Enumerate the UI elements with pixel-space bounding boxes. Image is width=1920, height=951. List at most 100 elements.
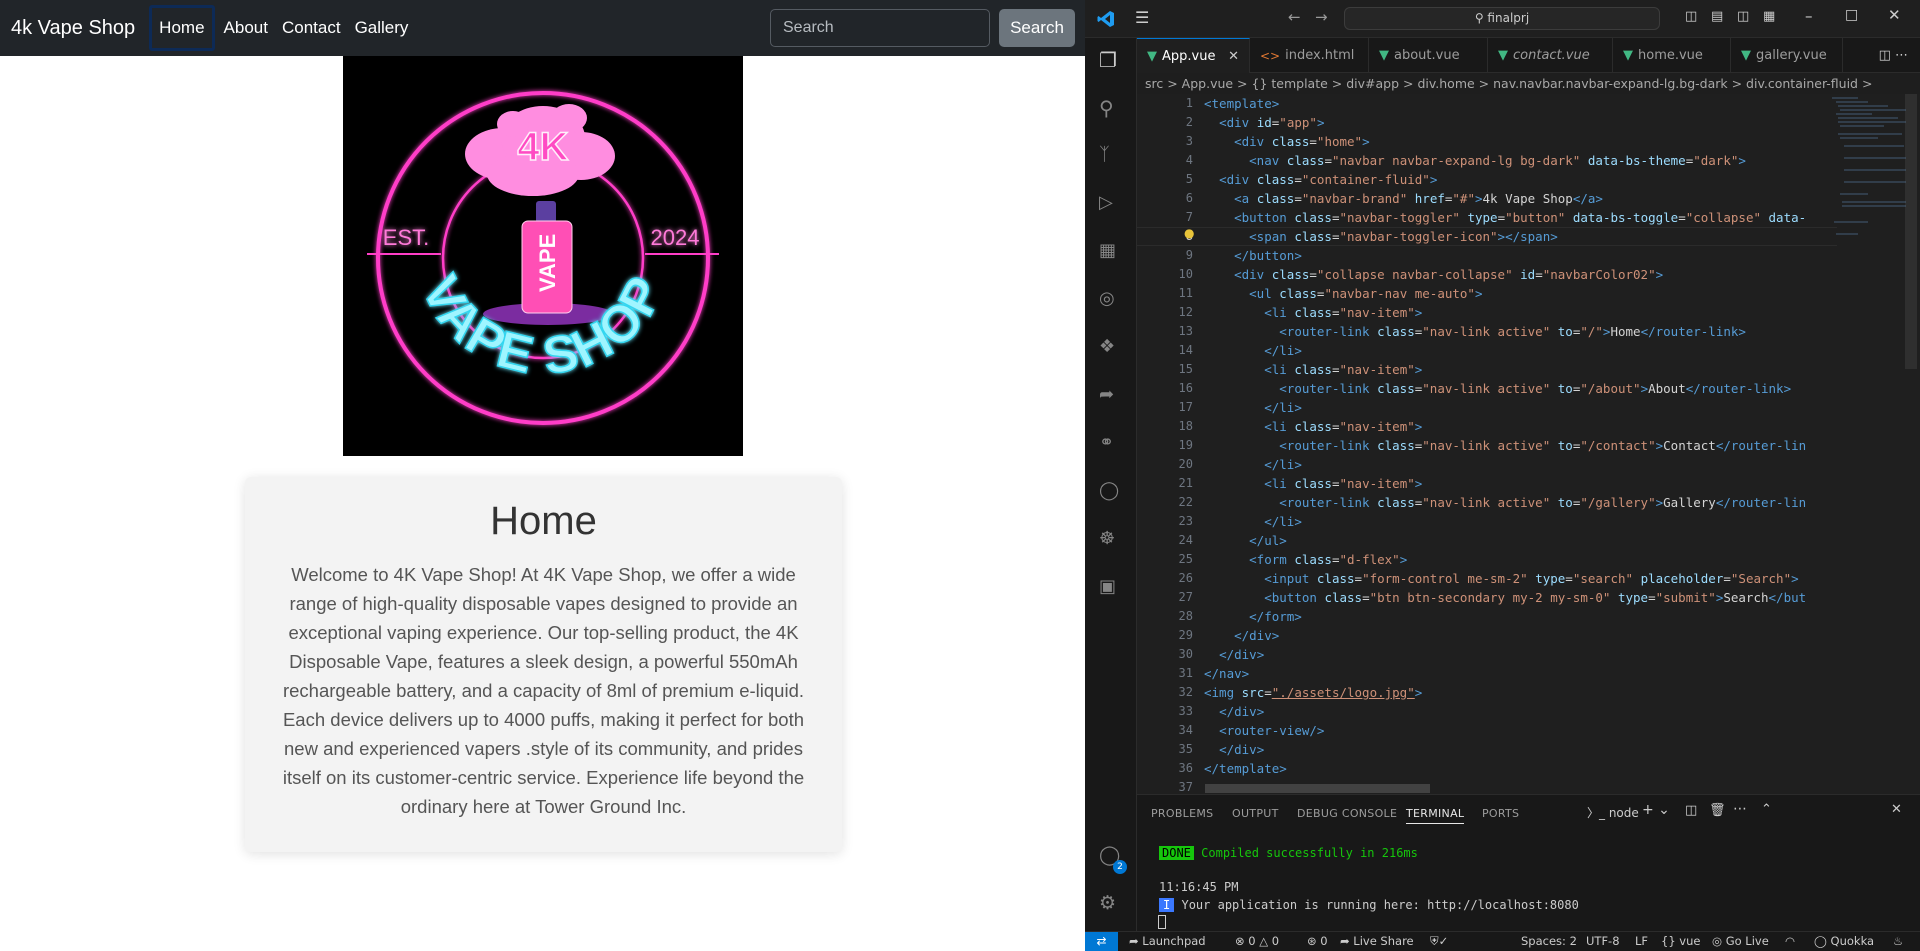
- github-icon[interactable]: ◯: [1099, 480, 1123, 504]
- logo-4k-text: 4K: [517, 125, 568, 169]
- warning-icon: △: [1259, 934, 1272, 948]
- maximize-panel-icon[interactable]: ⌃: [1761, 802, 1772, 817]
- code-line: <button class="navbar-toggler" type="but…: [1234, 210, 1807, 225]
- eol-item[interactable]: LF: [1635, 934, 1648, 948]
- rocket-icon: ➦: [1129, 934, 1143, 948]
- customize-layout-icon[interactable]: ▦: [1763, 9, 1775, 24]
- code-line: <img src="./assets/logo.jpg">: [1204, 685, 1423, 700]
- line-number: 32: [1178, 685, 1193, 699]
- live-share-item[interactable]: ➦ Live Share: [1340, 934, 1414, 948]
- indentation-item[interactable]: Spaces: 2: [1521, 934, 1577, 948]
- done-badge: DONE: [1159, 846, 1194, 860]
- encoding-item[interactable]: UTF-8: [1586, 934, 1620, 948]
- python-icon[interactable]: ◎: [1099, 288, 1123, 312]
- browser-viewport: 4k Vape Shop Home About Contact Gallery …: [0, 0, 1085, 951]
- remote-explorer-icon[interactable]: ➦: [1099, 384, 1123, 408]
- lightbulb-icon[interactable]: ●: [1184, 226, 1194, 240]
- panel-tab-ports[interactable]: PORTS: [1482, 807, 1519, 820]
- trash-icon[interactable]: 🗑: [1709, 803, 1726, 818]
- line-number: 25: [1178, 552, 1193, 566]
- toggle-secondary-sidebar-icon[interactable]: ◫: [1737, 9, 1749, 24]
- code-line: <template>: [1204, 96, 1280, 111]
- nav-link-about[interactable]: About: [219, 5, 273, 51]
- run-debug-icon[interactable]: ▷: [1099, 192, 1123, 216]
- back-arrow-icon[interactable]: ←: [1288, 8, 1301, 26]
- line-number: 31: [1178, 666, 1193, 680]
- done-message: Compiled successfully in 216ms: [1201, 846, 1418, 860]
- shield-check-icon[interactable]: ⛨✓: [1430, 934, 1448, 949]
- code-line: </li>: [1264, 343, 1302, 358]
- new-terminal-icon[interactable]: + ⌄: [1642, 802, 1670, 818]
- panel-tab-terminal[interactable]: TERMINAL: [1406, 807, 1465, 824]
- minimap[interactable]: [1828, 94, 1908, 254]
- navbar-brand[interactable]: 4k Vape Shop: [11, 17, 135, 40]
- vscode-logo-icon: [1097, 11, 1114, 27]
- tab-home-vue[interactable]: ▼ home.vue: [1613, 38, 1731, 73]
- title-bar: ☰ ← → ⚲ finalprj ◫ ▤ ◫ ▦ – □ ✕: [1085, 0, 1920, 38]
- search-view-icon[interactable]: ⚲: [1099, 96, 1123, 120]
- split-editor-icon[interactable]: ◫ ⋯: [1879, 48, 1908, 63]
- launchpad-item[interactable]: ➦ Launchpad: [1129, 934, 1206, 948]
- toggle-sidebar-icon[interactable]: ◫: [1685, 9, 1697, 24]
- toggle-panel-icon[interactable]: ▤: [1711, 9, 1723, 24]
- remote-indicator-icon[interactable]: ⇄: [1085, 932, 1118, 951]
- close-tab-icon[interactable]: ✕: [1228, 49, 1239, 64]
- line-number: 3: [1185, 134, 1193, 148]
- panel-tab-output[interactable]: OUTPUT: [1232, 807, 1279, 820]
- terminal-shell-label[interactable]: 〉_ node: [1587, 804, 1639, 821]
- code-line: <router-link class="nav-link active" to=…: [1279, 381, 1792, 396]
- code-line: <li class="nav-item">: [1264, 305, 1423, 320]
- search-button[interactable]: Search: [999, 9, 1075, 47]
- source-control-icon[interactable]: ᛉ: [1099, 144, 1123, 168]
- forward-arrow-icon[interactable]: →: [1315, 8, 1328, 26]
- tab-contact-vue[interactable]: ▼ contact.vue: [1488, 38, 1613, 73]
- tab-app-vue[interactable]: ▼ App.vue ✕: [1137, 38, 1250, 73]
- explorer-icon[interactable]: ❐: [1099, 48, 1123, 72]
- horizontal-scrollbar[interactable]: [1205, 784, 1430, 793]
- line-number: 15: [1178, 362, 1193, 376]
- line-number: 27: [1178, 590, 1193, 604]
- live-share-icon: ➦: [1340, 934, 1354, 948]
- nav-link-contact[interactable]: Contact: [277, 5, 346, 51]
- panel-tab-problems[interactable]: PROBLEMS: [1151, 807, 1213, 820]
- chat-icon[interactable]: ▣: [1099, 576, 1123, 600]
- go-live-item[interactable]: ◎ Go Live: [1712, 934, 1769, 948]
- error-icon: ⊗: [1235, 934, 1249, 948]
- git-graph-icon[interactable]: ⚭: [1099, 432, 1123, 456]
- tab-gallery-vue[interactable]: ▼ gallery.vue: [1731, 38, 1843, 73]
- vue-file-icon: ▼: [1623, 48, 1633, 63]
- code-editor[interactable]: 1 2 3 4 5 6 7 8 9 10 11 12 13 14 15 16 17 18 19 20 21 22 23 24 2…: [1137, 94, 1920, 794]
- line-number: 6: [1185, 191, 1193, 205]
- figma-icon[interactable]: ❖: [1099, 336, 1123, 360]
- nav-link-gallery[interactable]: Gallery: [350, 5, 414, 51]
- tab-index-html[interactable]: <> index.html: [1250, 38, 1369, 73]
- code-line: </li>: [1264, 457, 1302, 472]
- manage-gear-icon[interactable]: ⚙: [1099, 892, 1123, 916]
- kubernetes-icon[interactable]: ☸: [1099, 528, 1123, 552]
- language-mode-item[interactable]: {} vue: [1661, 934, 1700, 948]
- command-center-search[interactable]: ⚲ finalprj: [1344, 7, 1660, 30]
- close-window-icon[interactable]: ✕: [1888, 6, 1901, 24]
- close-panel-icon[interactable]: ✕: [1891, 802, 1902, 817]
- minimize-icon[interactable]: –: [1805, 7, 1813, 25]
- info-badge: I: [1159, 898, 1175, 912]
- breadcrumb[interactable]: src > App.vue > {} template > div#app > …: [1145, 74, 1920, 94]
- nav-link-home[interactable]: Home: [149, 5, 215, 51]
- panel-tab-debug-console[interactable]: DEBUG CONSOLE: [1297, 807, 1397, 820]
- more-actions-icon[interactable]: ⋯: [1733, 801, 1747, 817]
- code-line: <div id="app">: [1219, 115, 1325, 130]
- split-terminal-icon[interactable]: ◫: [1685, 803, 1697, 818]
- quokka-item[interactable]: ◯ Quokka: [1814, 934, 1874, 948]
- tab-about-vue[interactable]: ▼ about.vue: [1369, 38, 1488, 73]
- menu-icon[interactable]: ☰: [1135, 8, 1149, 27]
- braces-icon: {}: [1661, 934, 1680, 948]
- line-number: 2: [1185, 115, 1193, 129]
- line-number: 1: [1185, 96, 1193, 110]
- maximize-icon[interactable]: □: [1845, 7, 1858, 23]
- extensions-icon[interactable]: ▦: [1099, 240, 1123, 264]
- problems-item[interactable]: ⊗ 0 △ 0: [1235, 934, 1279, 948]
- notifications-bell-icon[interactable]: ♨: [1893, 934, 1903, 948]
- ports-item[interactable]: ⊛ 0: [1307, 934, 1328, 948]
- search-input[interactable]: [770, 9, 990, 47]
- line-number: 35: [1178, 742, 1193, 756]
